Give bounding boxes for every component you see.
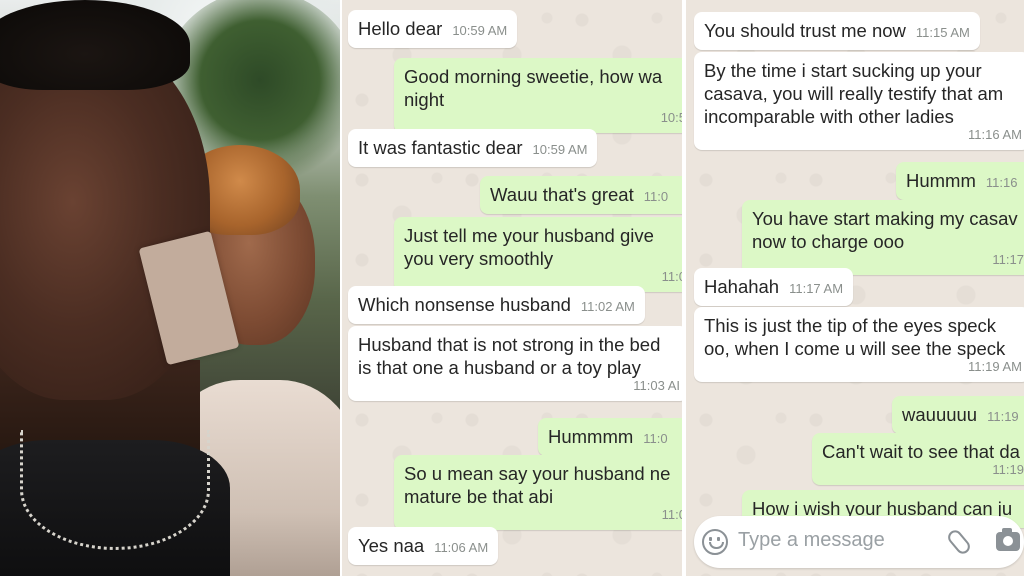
chat-message: Hummmm 11:0 xyxy=(538,418,682,456)
message-time: 11:06 AM xyxy=(434,540,489,555)
message-time: 11:16 AM xyxy=(968,127,1022,142)
chat-message: Hummm 11:16 xyxy=(896,162,1024,200)
chat-message: Just tell me your husband give you very … xyxy=(394,217,682,292)
message-time: 11:0 xyxy=(643,431,668,446)
message-time: 11:0 xyxy=(661,507,682,522)
chat-message: You should trust me now 11:15 AM xyxy=(694,12,980,50)
chat-message: Which nonsense husband 11:02 AM xyxy=(348,286,645,324)
message-text: wauuuuu xyxy=(902,404,978,425)
message-time: 11:0 xyxy=(661,269,682,284)
message-text: Hummmm xyxy=(548,426,634,447)
message-text: So u mean say your husband ne mature be … xyxy=(404,463,671,507)
chat-message: It was fantastic dear 10:59 AM xyxy=(348,129,598,167)
message-text: It was fantastic dear xyxy=(358,137,523,158)
message-time: 11:03 AI xyxy=(633,378,680,393)
message-text: Husband that is not strong in the bed is… xyxy=(358,334,661,378)
message-time: 11:15 AM xyxy=(915,25,970,40)
chat-message: wauuuuu 11:19 xyxy=(892,396,1024,434)
message-text: Wauu that's great xyxy=(490,184,634,205)
message-time: 11:0 xyxy=(643,189,669,204)
message-time: 10:59 AM xyxy=(532,142,588,157)
message-input[interactable]: Type a message xyxy=(738,529,885,552)
message-text: Just tell me your husband give you very … xyxy=(404,225,654,269)
message-time: 11:16 xyxy=(985,175,1018,190)
chat-message: So u mean say your husband ne mature be … xyxy=(394,455,682,530)
message-text: You should trust me now xyxy=(704,20,906,41)
chat-message: Good morning sweetie, how wa night10:5 xyxy=(394,58,682,133)
chat-message: Wauu that's great 11:0 xyxy=(480,176,682,214)
chat-message: Husband that is not strong in the bed is… xyxy=(348,326,682,401)
chat-message: Hahahah 11:17 AM xyxy=(694,268,854,306)
necklace-chain xyxy=(20,430,210,550)
chat-message: Yes naa 11:06 AM xyxy=(348,527,499,565)
message-input-bar[interactable]: Type a message xyxy=(694,516,1024,568)
chat-screenshot-left: Hello dear 10:59 AM Good morning sweetie,… xyxy=(342,0,682,576)
message-time: 11:17 AM xyxy=(789,281,844,296)
message-text: Hello dear xyxy=(358,18,443,39)
selfie-photo xyxy=(0,0,340,576)
chat-message: Can't wait to see that da 11:19 xyxy=(812,433,1024,485)
message-time: 11:19 AM xyxy=(968,359,1022,374)
chat-message: You have start making my casav now to ch… xyxy=(742,200,1024,275)
message-time: 11:19 xyxy=(987,409,1019,424)
paperclip-icon[interactable] xyxy=(945,527,973,557)
message-text: You have start making my casav now to ch… xyxy=(752,208,1018,252)
chat-screenshot-right: You should trust me now 11:15 AM By the t… xyxy=(686,0,1024,576)
message-time: 11:02 AM xyxy=(580,299,635,314)
chat-message: This is just the tip of the eyes speck o… xyxy=(694,307,1024,382)
message-text: Yes naa xyxy=(358,535,425,556)
message-time: 11:19 xyxy=(992,462,1024,477)
camera-icon[interactable] xyxy=(996,528,1020,551)
message-text: Hahahah xyxy=(704,276,780,297)
message-text: Which nonsense husband xyxy=(358,294,571,315)
man-hair xyxy=(0,0,190,90)
message-time: 10:5 xyxy=(660,110,682,125)
message-text: Good morning sweetie, how wa night xyxy=(404,66,663,110)
message-time: 10:59 AM xyxy=(452,23,508,38)
message-text: By the time i start sucking up your casa… xyxy=(704,60,1004,127)
chat-message: Hello dear 10:59 AM xyxy=(348,10,518,48)
message-time: 11:17 xyxy=(992,252,1024,267)
emoji-icon[interactable] xyxy=(702,529,728,555)
message-text: This is just the tip of the eyes speck o… xyxy=(704,315,1006,359)
chat-message: By the time i start sucking up your casa… xyxy=(694,52,1024,150)
message-text: Hummm xyxy=(906,170,976,191)
